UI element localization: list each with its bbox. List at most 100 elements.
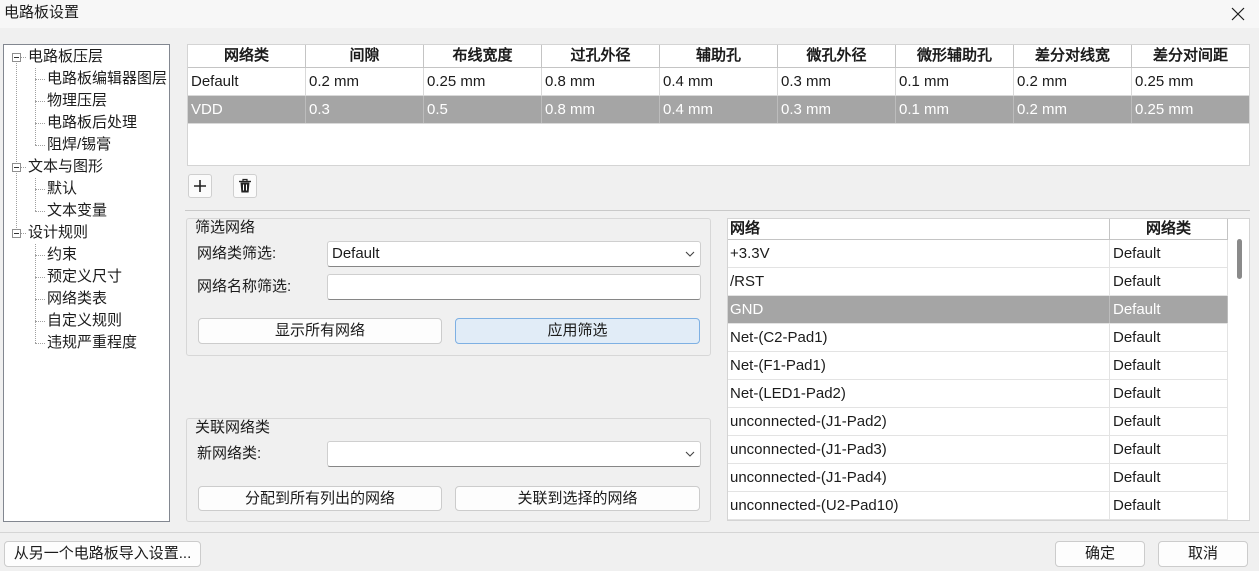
tree-item-net-classes[interactable]: 网络类表 [4,288,169,310]
netclass-filter-label: 网络类筛选: [197,245,277,262]
tree-item-board-editor-layers[interactable]: 电路板编辑器图层 [4,68,169,90]
import-settings-button[interactable]: 从另一个电路板导入设置... [4,541,201,567]
netclass-filter-dropdown[interactable]: Default [327,241,701,267]
column-header-clearance[interactable]: 间隙 [306,45,424,67]
tree-group-design-rules[interactable]: 设计规则 [4,222,169,244]
column-header-diff-pair-gap[interactable]: 差分对间距 [1132,45,1249,67]
delete-netclass-button[interactable] [233,174,257,198]
net-class-cell: Default [1110,380,1228,407]
tree-group-board-stackup[interactable]: 电路板压层 [4,46,169,68]
table-cell[interactable]: 0.4 mm [660,68,778,95]
apply-filter-button[interactable]: 应用筛选 [455,318,700,344]
net-row[interactable]: Net-(C2-Pad1) Default [728,324,1228,352]
table-cell[interactable]: 0.3 mm [778,96,896,123]
column-header-via-size[interactable]: 过孔外径 [542,45,660,67]
collapse-box-icon[interactable] [12,229,21,238]
settings-tree[interactable]: 电路板压层 电路板编辑器图层 物理压层 电路板后处理 阻焊/锡膏 文本与图形 默… [3,44,170,522]
column-header-track-width[interactable]: 布线宽度 [424,45,542,67]
new-netclass-label: 新网络类: [197,445,262,462]
tree-item-label: 物理压层 [47,92,108,109]
net-name-cell: unconnected-(U2-Pad10) [728,492,1110,519]
column-header-microvia-hole[interactable]: 微形辅助孔 [896,45,1014,67]
assign-selected-button[interactable]: 关联到选择的网络 [455,486,700,511]
show-all-nets-button[interactable]: 显示所有网络 [198,318,442,344]
table-cell[interactable]: 0.25 mm [424,68,542,95]
table-cell[interactable]: 0.8 mm [542,96,660,123]
tree-item-predefined-sizes[interactable]: 预定义尺寸 [4,266,169,288]
table-row[interactable]: Default 0.2 mm 0.25 mm 0.8 mm 0.4 mm 0.3… [188,68,1249,96]
table-cell[interactable]: 0.4 mm [660,96,778,123]
net-list-header: 网络 网络类 [728,219,1228,240]
tree-item-custom-rules[interactable]: 自定义规则 [4,310,169,332]
table-cell[interactable]: 0.8 mm [542,68,660,95]
column-header-netclass[interactable]: 网络类 [1110,219,1228,239]
net-name-cell: Net-(F1-Pad1) [728,352,1110,379]
tree-item-text-variables[interactable]: 文本变量 [4,200,169,222]
table-cell[interactable]: 0.2 mm [1014,96,1132,123]
table-cell[interactable]: 0.2 mm [1014,68,1132,95]
net-row[interactable]: +3.3V Default [728,240,1228,268]
collapse-box-icon[interactable] [12,53,21,62]
table-cell[interactable]: VDD [188,96,306,123]
net-row[interactable]: Net-(LED1-Pad2) Default [728,380,1228,408]
assign-netclass-group: 关联网络类 新网络类: 分配到所有列出的网络 关联到选择的网络 [186,418,711,522]
net-row[interactable]: Net-(F1-Pad1) Default [728,352,1228,380]
column-header-microvia-size[interactable]: 微孔外径 [778,45,896,67]
net-row[interactable]: unconnected-(U2-Pad10) Default [728,492,1228,520]
net-name-cell: unconnected-(J1-Pad3) [728,436,1110,463]
group-title: 关联网络类 [195,419,271,436]
tree-item-label: 文本与图形 [28,158,104,175]
net-row[interactable]: unconnected-(J1-Pad4) Default [728,464,1228,492]
tree-item-physical-stackup[interactable]: 物理压层 [4,90,169,112]
tree-item-solder-mask-paste[interactable]: 阻焊/锡膏 [4,134,169,156]
cancel-button[interactable]: 取消 [1158,541,1248,567]
column-header-via-hole[interactable]: 辅助孔 [660,45,778,67]
tree-item-label: 约束 [47,246,78,263]
column-header-netclass[interactable]: 网络类 [188,45,306,67]
net-class-cell: Default [1110,352,1228,379]
table-cell[interactable]: Default [188,68,306,95]
column-header-net[interactable]: 网络 [728,219,1110,239]
ok-button[interactable]: 确定 [1055,541,1145,567]
tree-item-defaults[interactable]: 默认 [4,178,169,200]
net-row[interactable]: unconnected-(J1-Pad3) Default [728,436,1228,464]
table-cell[interactable]: 0.25 mm [1132,68,1249,95]
net-class-cell: Default [1110,240,1228,267]
net-name-cell: unconnected-(J1-Pad4) [728,464,1110,491]
tree-item-violation-severity[interactable]: 违规严重程度 [4,332,169,354]
splitter-line[interactable] [185,210,1250,211]
net-class-cell: Default [1110,436,1228,463]
table-cell[interactable]: 0.3 mm [778,68,896,95]
title-bar: 电路板设置 [0,0,1259,28]
net-row[interactable]: unconnected-(J1-Pad2) Default [728,408,1228,436]
dropdown-value: Default [332,245,380,262]
net-name-cell: +3.3V [728,240,1110,267]
column-header-diff-pair-width[interactable]: 差分对线宽 [1014,45,1132,67]
assign-all-listed-button[interactable]: 分配到所有列出的网络 [198,486,442,511]
close-button[interactable] [1216,0,1259,28]
group-title: 筛选网络 [195,219,256,236]
add-netclass-button[interactable] [188,174,212,198]
tree-item-board-finish[interactable]: 电路板后处理 [4,112,169,134]
net-list-scrollbar-thumb[interactable] [1237,239,1242,279]
table-cell[interactable]: 0.1 mm [896,68,1014,95]
net-name-filter-input[interactable] [327,274,701,300]
tree-item-label: 自定义规则 [47,312,123,329]
table-row[interactable]: VDD 0.3 0.5 0.8 mm 0.4 mm 0.3 mm 0.1 mm … [188,96,1249,124]
tree-item-label: 阻焊/锡膏 [47,136,112,153]
net-row[interactable]: GND Default [728,296,1228,324]
new-netclass-dropdown[interactable] [327,441,701,467]
net-list[interactable]: 网络 网络类 +3.3V Default /RST Default GND De… [727,218,1250,521]
tree-group-text-graphics[interactable]: 文本与图形 [4,156,169,178]
netclass-table[interactable]: 网络类 间隙 布线宽度 过孔外径 辅助孔 微孔外径 微形辅助孔 差分对线宽 差分… [187,44,1250,166]
table-cell[interactable]: 0.2 mm [306,68,424,95]
net-row[interactable]: /RST Default [728,268,1228,296]
table-cell[interactable]: 0.25 mm [1132,96,1249,123]
table-cell[interactable]: 0.3 [306,96,424,123]
collapse-box-icon[interactable] [12,163,21,172]
table-cell[interactable]: 0.5 [424,96,542,123]
netclass-table-header: 网络类 间隙 布线宽度 过孔外径 辅助孔 微孔外径 微形辅助孔 差分对线宽 差分… [188,45,1249,68]
table-cell[interactable]: 0.1 mm [896,96,1014,123]
tree-item-constraints[interactable]: 约束 [4,244,169,266]
plus-icon [194,180,206,192]
